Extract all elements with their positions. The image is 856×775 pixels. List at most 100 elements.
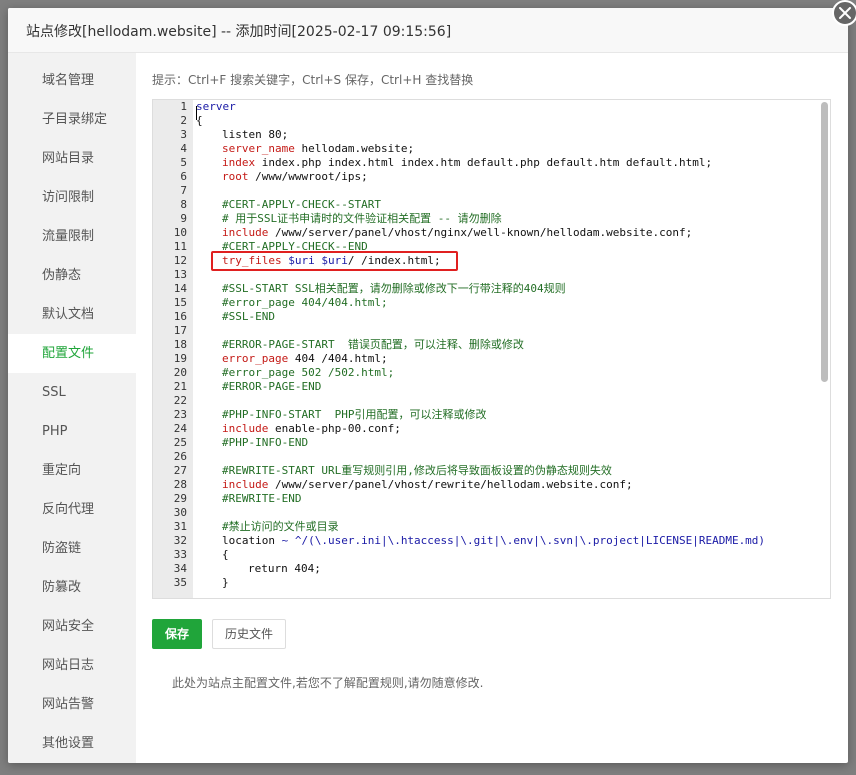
history-files-button[interactable]: 历史文件 bbox=[212, 619, 286, 649]
code-token: #SSL-END bbox=[222, 310, 275, 323]
line-number: 7 bbox=[180, 184, 187, 197]
code-token: #error_page 502 /502.html; bbox=[222, 366, 395, 379]
highlight-annotation-box bbox=[211, 251, 458, 271]
code-line: server_name hellodam.website; bbox=[196, 142, 414, 156]
line-number: 26 bbox=[173, 450, 187, 463]
sidebar-item[interactable]: 网站目录 bbox=[8, 139, 136, 178]
footer-note: 此处为站点主配置文件,若您不了解配置规则,请勿随意修改. bbox=[172, 676, 484, 690]
sidebar-item[interactable]: 网站安全 bbox=[8, 607, 136, 646]
line-number: 5 bbox=[180, 156, 187, 169]
line-number: 25 bbox=[173, 436, 187, 449]
line-number: 12 bbox=[173, 254, 187, 267]
code-line: } bbox=[196, 576, 229, 590]
line-number: 18 bbox=[173, 338, 187, 351]
code-token: /www/server/panel/vhost/nginx/well-known… bbox=[268, 226, 693, 239]
code-token: index.php index.html index.htm default.p… bbox=[255, 156, 713, 169]
code-line: listen 80; bbox=[196, 128, 288, 142]
line-number: 14 bbox=[173, 282, 187, 295]
code-line: #CERT-APPLY-CHECK--START bbox=[196, 198, 381, 212]
line-number: 22 bbox=[173, 394, 187, 407]
line-number: 3 bbox=[180, 128, 187, 141]
code-token: #CERT-APPLY-CHECK--START bbox=[222, 198, 381, 211]
line-number: 27 bbox=[173, 464, 187, 477]
code-line: #ERROR-PAGE-START 错误页配置，可以注释、删除或修改 bbox=[196, 338, 524, 352]
code-area[interactable]: server {listen 80; server_name hellodam.we… bbox=[196, 100, 816, 598]
sidebar-item[interactable]: 伪静态 bbox=[8, 256, 136, 295]
code-token: include bbox=[222, 478, 269, 491]
code-token: # 用于SSL证书申请时的文件验证相关配置 -- 请勿删除 bbox=[222, 212, 502, 225]
line-number: 30 bbox=[173, 506, 187, 519]
sidebar-item[interactable]: 子目录绑定 bbox=[8, 100, 136, 139]
sidebar-item[interactable]: SSL bbox=[8, 373, 136, 412]
line-number: 8 bbox=[180, 198, 187, 211]
dialog-title: 站点修改[hellodam.website] -- 添加时间[2025-02-1… bbox=[26, 24, 452, 40]
line-number: 6 bbox=[180, 170, 187, 183]
code-line: #PHP-INFO-END bbox=[196, 436, 308, 450]
code-token: #error_page 404/404.html; bbox=[222, 296, 388, 309]
sidebar-item[interactable]: 域名管理 bbox=[8, 61, 136, 100]
code-line: #禁止访问的文件或目录 bbox=[196, 520, 339, 534]
code-token: #REWRITE-START URL重写规则引用,修改后将导致面板设置的伪静态规… bbox=[222, 464, 612, 477]
line-number: 19 bbox=[173, 352, 187, 365]
sidebar-item[interactable]: 其他设置 bbox=[8, 724, 136, 763]
sidebar-item[interactable]: PHP bbox=[8, 412, 136, 451]
sidebar-item[interactable]: 配置文件 bbox=[8, 334, 136, 373]
line-number: 11 bbox=[173, 240, 187, 253]
code-token: include bbox=[222, 226, 269, 239]
line-number: 15 bbox=[173, 296, 187, 309]
code-line: include /www/server/panel/vhost/nginx/we… bbox=[196, 226, 692, 240]
code-line: #REWRITE-START URL重写规则引用,修改后将导致面板设置的伪静态规… bbox=[196, 464, 612, 478]
code-token: listen 80; bbox=[222, 128, 289, 141]
sidebar-item[interactable]: 流量限制 bbox=[8, 217, 136, 256]
code-line: root /www/wwwroot/ips; bbox=[196, 170, 368, 184]
code-line: # 用于SSL证书申请时的文件验证相关配置 -- 请勿删除 bbox=[196, 212, 502, 226]
code-token: #ERROR-PAGE-END bbox=[222, 380, 322, 393]
sidebar-item[interactable]: 默认文档 bbox=[8, 295, 136, 334]
line-number: 10 bbox=[173, 226, 187, 239]
editor-scrollbar[interactable] bbox=[821, 102, 828, 382]
sidebar-item[interactable]: 反向代理 bbox=[8, 490, 136, 529]
code-line: include /www/server/panel/vhost/rewrite/… bbox=[196, 478, 633, 492]
sidebar-item[interactable]: 重定向 bbox=[8, 451, 136, 490]
code-token: #PHP-INFO-START PHP引用配置，可以注释或修改 bbox=[222, 408, 487, 421]
code-token: } bbox=[222, 576, 229, 589]
code-token: root bbox=[222, 170, 249, 183]
code-line: #PHP-INFO-START PHP引用配置，可以注释或修改 bbox=[196, 408, 486, 422]
line-number: 23 bbox=[173, 408, 187, 421]
line-number: 1 bbox=[180, 100, 187, 113]
line-number: 32 bbox=[173, 534, 187, 547]
code-line: server bbox=[196, 100, 236, 114]
code-line: return 404; bbox=[196, 562, 321, 576]
sidebar-item[interactable]: 防盗链 bbox=[8, 529, 136, 568]
code-token: #SSL-START SSL相关配置，请勿删除或修改下一行带注释的404规则 bbox=[222, 282, 566, 295]
sidebar-item[interactable]: 网站日志 bbox=[8, 646, 136, 685]
save-button[interactable]: 保存 bbox=[152, 619, 202, 649]
line-number: 35 bbox=[173, 576, 187, 589]
code-line: #error_page 502 /502.html; bbox=[196, 366, 394, 380]
code-editor[interactable]: 1 2 3 4 5 6 7 8 9 10 11 12 13 14 15 16 17 18 19 20 21 22 23 24 2… bbox=[152, 99, 831, 599]
shortcut-hint: 提示：Ctrl+F 搜索关键字，Ctrl+S 保存，Ctrl+H 查找替换 bbox=[152, 73, 474, 87]
code-token: ~ ^/(\.user.ini|\.htaccess|\.git|\.env|\… bbox=[274, 534, 766, 547]
main-content: 提示：Ctrl+F 搜索关键字，Ctrl+S 保存，Ctrl+H 查找替换 12… bbox=[136, 53, 848, 763]
line-number: 2 bbox=[180, 114, 187, 127]
line-number: 34 bbox=[173, 562, 187, 575]
code-line: #error_page 404/404.html; bbox=[196, 296, 388, 310]
line-number: 20 bbox=[173, 366, 187, 379]
code-token: /www/server/panel/vhost/rewrite/hellodam… bbox=[268, 478, 633, 491]
sidebar-item[interactable]: 访问限制 bbox=[8, 178, 136, 217]
code-token: #禁止访问的文件或目录 bbox=[222, 520, 339, 533]
text-cursor bbox=[196, 106, 197, 120]
code-line: #ERROR-PAGE-END bbox=[196, 380, 321, 394]
line-number-gutter: 1 2 3 4 5 6 7 8 9 10 11 12 13 14 15 16 17 18 19 20 21 22 23 24 2… bbox=[153, 100, 193, 598]
code-token: #PHP-INFO-END bbox=[222, 436, 309, 449]
close-icon bbox=[839, 7, 851, 19]
code-token: location bbox=[222, 534, 275, 547]
code-line: index index.php index.html index.htm def… bbox=[196, 156, 712, 170]
sidebar-item[interactable]: 网站告警 bbox=[8, 685, 136, 724]
sidebar-item[interactable]: 防篡改 bbox=[8, 568, 136, 607]
code-token: include bbox=[222, 422, 269, 435]
code-line: #REWRITE-END bbox=[196, 492, 301, 506]
close-button[interactable] bbox=[832, 0, 856, 26]
code-token: hellodam.website; bbox=[294, 142, 415, 155]
line-number: 4 bbox=[180, 142, 187, 155]
